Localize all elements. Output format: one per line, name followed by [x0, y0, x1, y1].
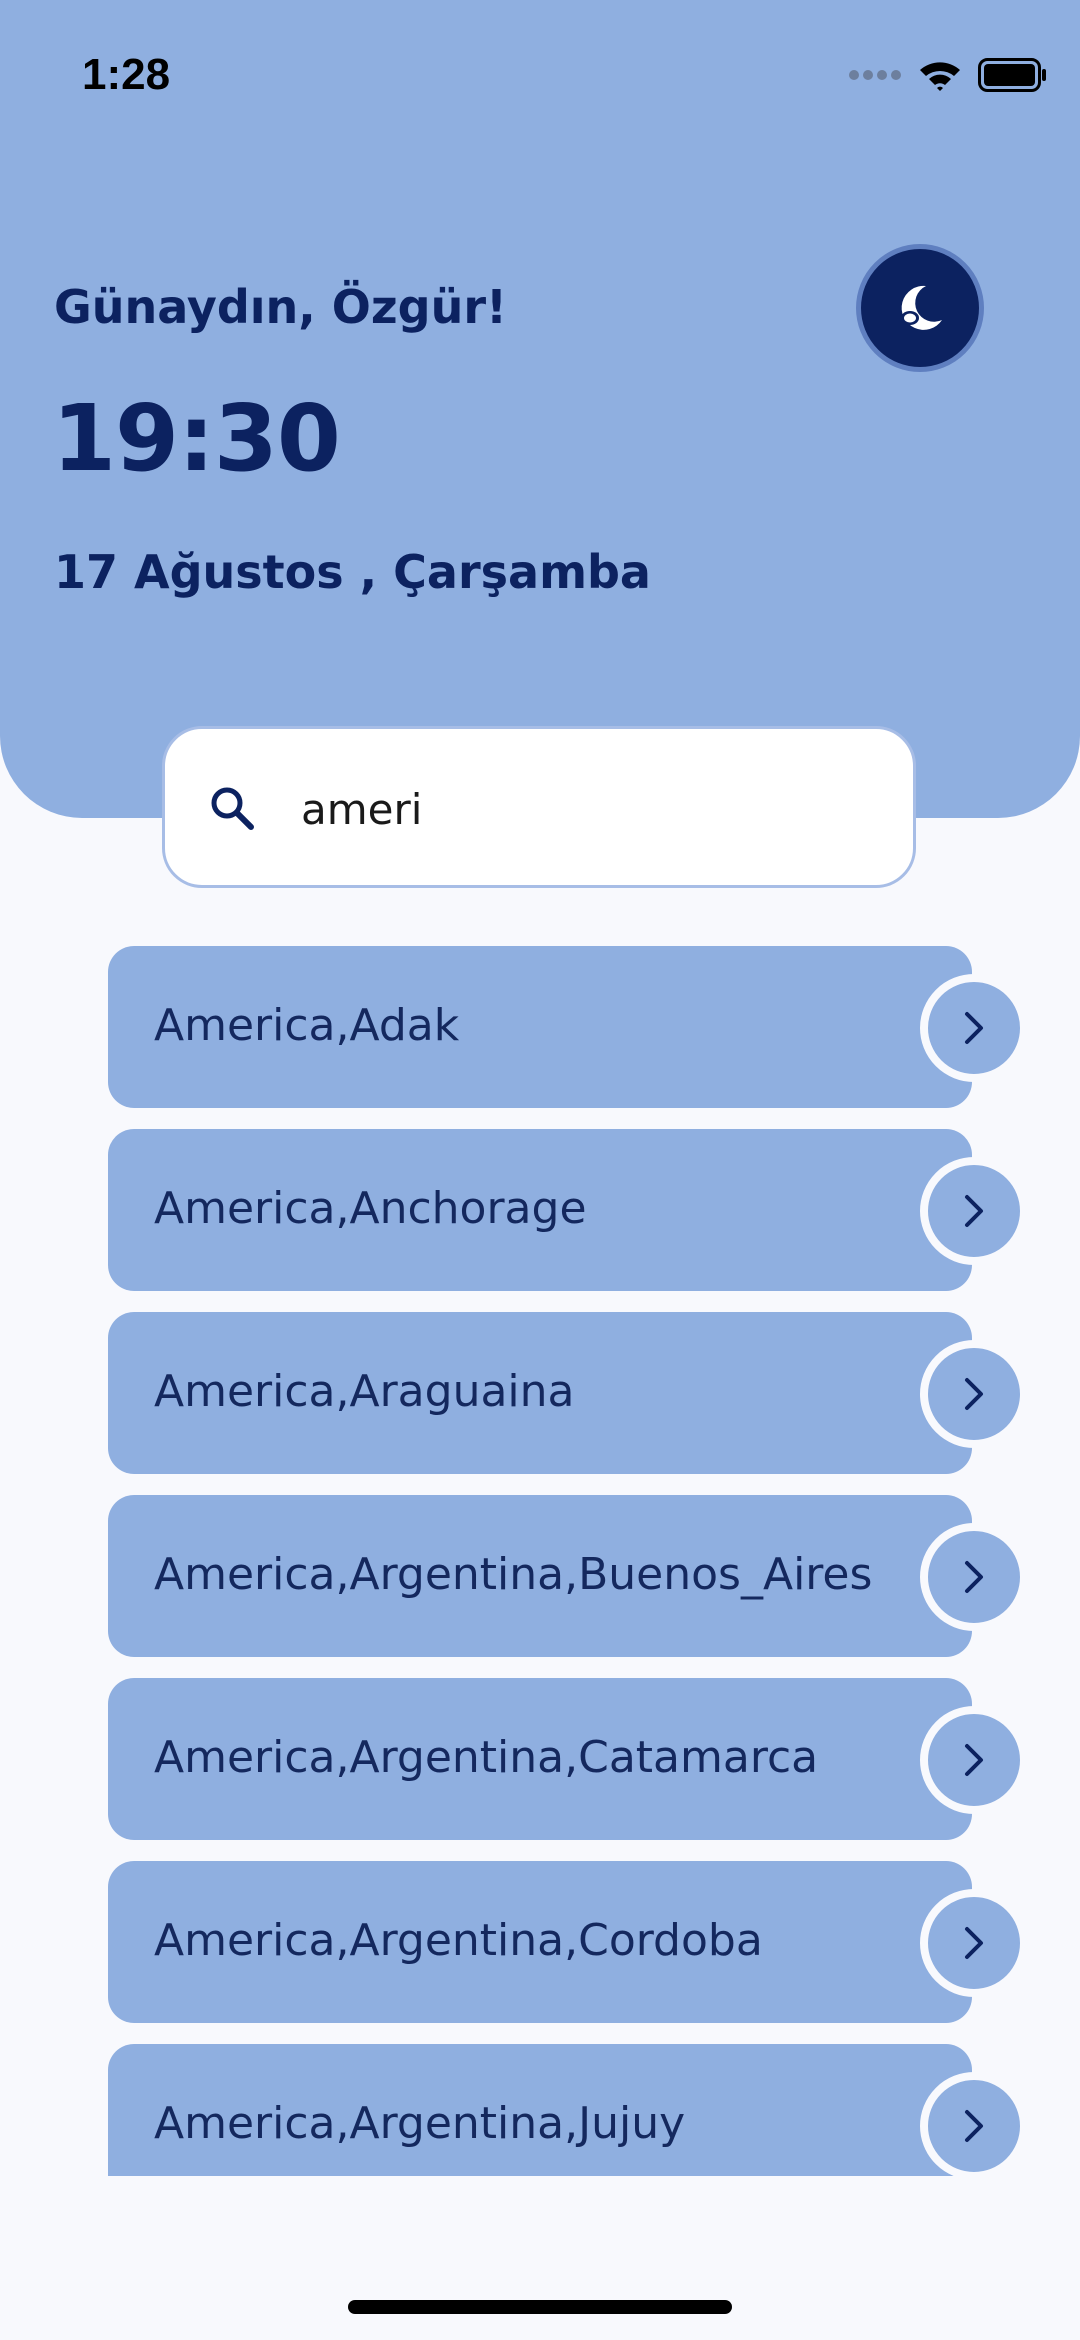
list-item-label: America,Argentina,Jujuy	[154, 2098, 686, 2149]
list-item-open-button[interactable]	[920, 974, 1028, 1082]
chevron-right-icon	[965, 1378, 983, 1410]
chevron-right-icon	[965, 1195, 983, 1227]
list-item-label: America,Argentina,Catamarca	[154, 1732, 819, 1783]
list-item[interactable]: America,Argentina,Jujuy	[108, 2044, 1028, 2176]
theme-toggle-button[interactable]	[856, 244, 984, 372]
timezone-results-list: America,Adak America,Anchorage America,A…	[0, 946, 1080, 2176]
list-item-label: America,Araguaina	[154, 1366, 575, 1417]
chevron-right-icon	[965, 1744, 983, 1776]
wifi-icon	[920, 62, 960, 91]
list-item-open-button[interactable]	[920, 1340, 1028, 1448]
chevron-right-icon	[965, 2110, 983, 2142]
status-bar-time: 1:28	[82, 50, 171, 99]
cellular-signal-icon	[849, 70, 901, 80]
list-item[interactable]: America,Adak	[108, 946, 1028, 1108]
chevron-right-icon	[965, 1927, 983, 1959]
list-item-open-button[interactable]	[920, 1889, 1028, 1997]
chevron-right-icon	[965, 1012, 983, 1044]
list-item-label: America,Argentina,Cordoba	[154, 1915, 763, 1966]
search-icon	[211, 787, 254, 830]
list-item-open-button[interactable]	[920, 1706, 1028, 1814]
search-input[interactable]	[301, 769, 861, 849]
battery-icon	[978, 58, 1046, 92]
list-item[interactable]: America,Argentina,Catamarca	[108, 1678, 1028, 1840]
list-item-open-button[interactable]	[920, 1157, 1028, 1265]
list-item-label: America,Adak	[154, 1000, 460, 1051]
list-item-open-button[interactable]	[920, 2072, 1028, 2176]
list-item[interactable]: America,Argentina,Cordoba	[108, 1861, 1028, 2023]
list-item[interactable]: America,Argentina,Buenos_Aires	[108, 1495, 1028, 1657]
list-item[interactable]: America,Anchorage	[108, 1129, 1028, 1291]
status-bar-icons	[848, 58, 1048, 92]
header-panel: 1:28 Günaydın, Özgür! 19:30 17 Ağustos ,…	[0, 0, 1080, 818]
clock-display: 19:30	[52, 385, 341, 492]
list-item-open-button[interactable]	[920, 1523, 1028, 1631]
list-item[interactable]: America,Araguaina	[108, 1312, 1028, 1474]
chevron-right-icon	[965, 1561, 983, 1593]
moon-icon	[901, 285, 942, 330]
home-indicator[interactable]	[348, 2300, 732, 2314]
greeting-text: Günaydın, Özgür!	[54, 280, 508, 334]
list-item-label: America,Argentina,Buenos_Aires	[154, 1549, 873, 1600]
search-bar[interactable]	[162, 726, 916, 888]
date-display: 17 Ağustos , Çarşamba	[54, 545, 651, 599]
list-item-label: America,Anchorage	[154, 1183, 587, 1234]
